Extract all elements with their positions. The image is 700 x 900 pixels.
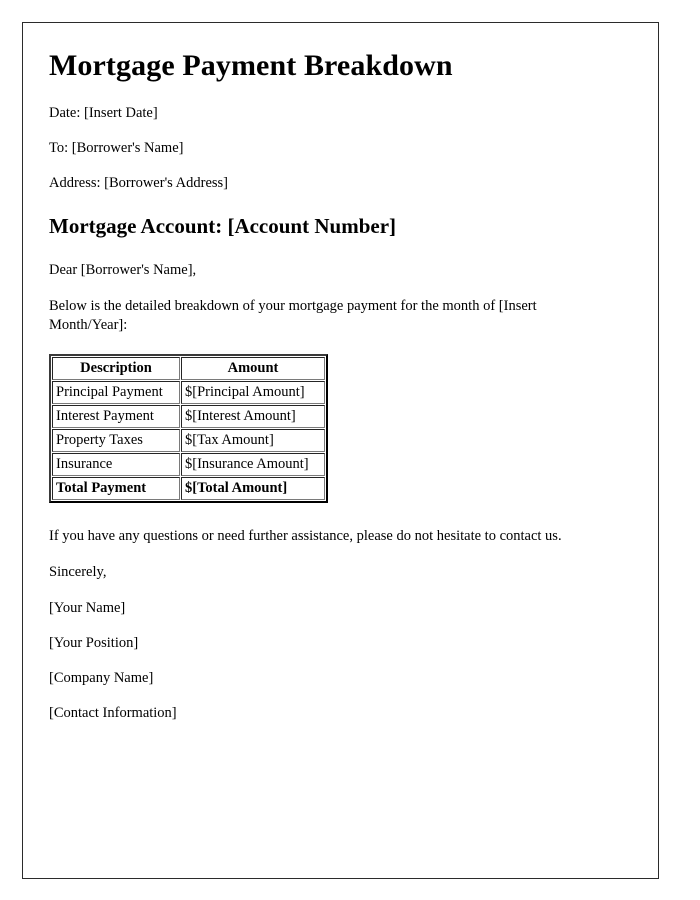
table-header: Description Amount bbox=[52, 357, 325, 381]
table-row: Interest Payment $[Interest Amount] bbox=[52, 405, 325, 429]
sign-off: Sincerely, bbox=[49, 564, 107, 581]
closing-paragraph: If you have any questions or need furthe… bbox=[49, 528, 562, 545]
cell-description: Principal Payment bbox=[52, 381, 180, 405]
cell-description: Insurance bbox=[52, 453, 180, 477]
page-title: Mortgage Payment Breakdown bbox=[49, 49, 453, 82]
cell-amount: $[Principal Amount] bbox=[181, 381, 325, 405]
table-body: Principal Payment $[Principal Amount] In… bbox=[52, 381, 325, 501]
column-header-amount: Amount bbox=[181, 357, 325, 381]
intro-paragraph: Below is the detailed breakdown of your … bbox=[49, 298, 537, 333]
table-header-row: Description Amount bbox=[52, 357, 325, 381]
cell-amount: $[Tax Amount] bbox=[181, 429, 325, 453]
table-row: Property Taxes $[Tax Amount] bbox=[52, 429, 325, 453]
table-row-total: Total Payment $[Total Amount] bbox=[52, 477, 325, 501]
column-header-description: Description bbox=[52, 357, 180, 381]
signature-position: [Your Position] bbox=[49, 634, 139, 651]
salutation: Dear [Borrower's Name], bbox=[49, 262, 197, 279]
table-row: Insurance $[Insurance Amount] bbox=[52, 453, 325, 477]
table-row: Principal Payment $[Principal Amount] bbox=[52, 381, 325, 405]
payment-breakdown-table: Description Amount Principal Payment $[P… bbox=[49, 354, 328, 504]
cell-amount: $[Insurance Amount] bbox=[181, 453, 325, 477]
cell-description: Property Taxes bbox=[52, 429, 180, 453]
document-body: Mortgage Payment Breakdown Date: [Insert… bbox=[49, 41, 627, 739]
cell-amount-total: $[Total Amount] bbox=[181, 477, 325, 501]
signature-name: [Your Name] bbox=[49, 599, 126, 616]
cell-description-total: Total Payment bbox=[52, 477, 180, 501]
signature-company: [Company Name] bbox=[49, 669, 154, 686]
meta-address: Address: [Borrower's Address] bbox=[49, 174, 228, 191]
meta-recipient: To: [Borrower's Name] bbox=[49, 139, 184, 156]
signature-contact: [Contact Information] bbox=[49, 704, 177, 721]
cell-description: Interest Payment bbox=[52, 405, 180, 429]
document-page-frame: Mortgage Payment Breakdown Date: [Insert… bbox=[22, 22, 659, 879]
meta-date: Date: [Insert Date] bbox=[49, 104, 158, 121]
mortgage-account-heading: Mortgage Account: [Account Number] bbox=[49, 213, 397, 238]
cell-amount: $[Interest Amount] bbox=[181, 405, 325, 429]
